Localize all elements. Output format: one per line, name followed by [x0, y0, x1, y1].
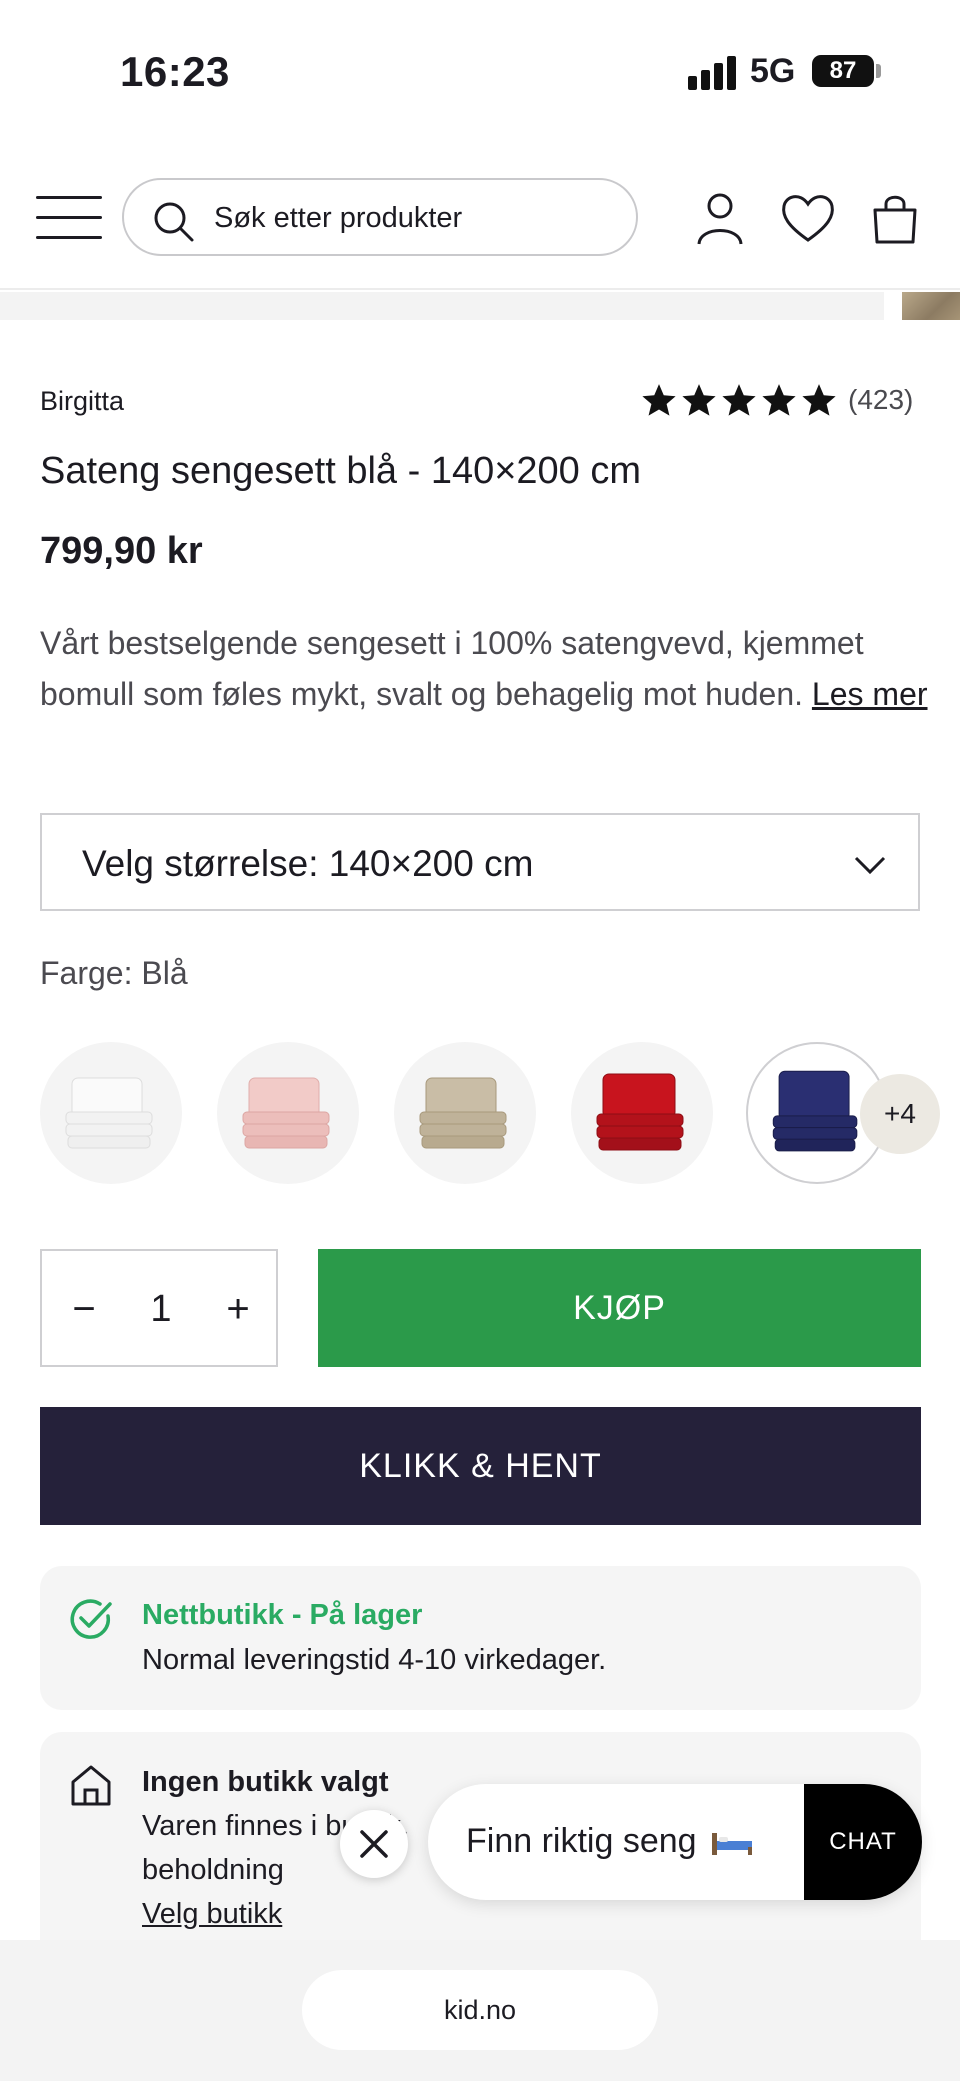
product-description: Vårt bestselgende sengesett i 100% saten…	[40, 618, 930, 720]
address-bar[interactable]: kid.no	[302, 1970, 658, 2050]
close-icon	[360, 1830, 388, 1858]
clock: 16:23	[120, 48, 230, 95]
product-brand[interactable]: Birgitta	[40, 386, 124, 417]
color-label-key: Farge:	[40, 955, 133, 991]
quantity-minus-button[interactable]: −	[64, 1281, 104, 1337]
search-placeholder: Søk etter produkter	[214, 202, 463, 234]
bedding-beige-image	[419, 1077, 507, 1149]
size-select[interactable]: Velg størrelse: 140×200 cm	[40, 813, 920, 911]
buy-button[interactable]: KJØP	[318, 1249, 921, 1367]
swatch-beige[interactable]	[394, 1042, 536, 1184]
swatch-white[interactable]	[40, 1042, 182, 1184]
delivery-time-text: Normal leveringstid 4-10 virkedager.	[142, 1644, 607, 1676]
star-icon	[802, 384, 836, 416]
site-header: Søk etter produkter	[0, 170, 960, 290]
quantity-plus-button[interactable]: +	[218, 1281, 258, 1337]
chat-button[interactable]: CHAT	[804, 1784, 922, 1900]
star-icon	[762, 384, 796, 416]
close-chat-prompt-button[interactable]	[340, 1810, 408, 1878]
chat-prompt-label: Finn riktig seng	[466, 1822, 697, 1860]
chat-prompt-text: Finn riktig seng	[466, 1822, 754, 1861]
bedding-pink-image	[242, 1077, 330, 1149]
color-label-value: Blå	[141, 955, 188, 991]
quantity-stepper: − 1 +	[40, 1249, 278, 1367]
star-icon	[642, 384, 676, 416]
swatch-red[interactable]	[571, 1042, 713, 1184]
bed-icon	[712, 1833, 752, 1856]
product-rating[interactable]: (423)	[640, 380, 913, 420]
swatch-pink[interactable]	[217, 1042, 359, 1184]
color-swatches	[40, 1042, 940, 1188]
menu-icon[interactable]	[36, 196, 102, 240]
wishlist-heart-icon[interactable]	[778, 188, 838, 248]
store-stock-text: beholdning	[142, 1854, 284, 1886]
store-home-icon	[71, 1765, 111, 1806]
chevron-down-icon	[854, 856, 886, 875]
cart-bag-icon[interactable]	[865, 188, 925, 248]
gallery-thumbnail[interactable]	[902, 292, 960, 320]
rating-count: (423)	[848, 384, 914, 415]
no-store-selected: Ingen butikk valgt	[142, 1766, 389, 1798]
chat-prompt[interactable]: Finn riktig seng CHAT	[428, 1784, 922, 1900]
network-type: 5G	[750, 52, 796, 90]
product-price: 799,90 kr	[40, 530, 203, 572]
online-stock-box: Nettbutikk - På lager Normal leveringsti…	[40, 1566, 921, 1710]
quantity-value[interactable]: 1	[122, 1281, 200, 1337]
battery-cap	[876, 64, 881, 78]
status-bar: 16:23 5G 87	[0, 0, 960, 140]
click-and-collect-button[interactable]: KLIKK & HENT	[40, 1407, 921, 1525]
online-stock-status: Nettbutikk - På lager	[142, 1599, 423, 1631]
product-title: Sateng sengesett blå - 140×200 cm	[40, 450, 642, 492]
image-gallery-strip[interactable]	[0, 292, 884, 320]
star-icon	[682, 384, 716, 416]
read-more-link[interactable]: Les mer	[812, 676, 928, 712]
search-input[interactable]: Søk etter produkter	[122, 178, 638, 256]
bedding-white-image	[65, 1077, 153, 1149]
bedding-red-image	[596, 1073, 684, 1151]
size-select-label: Velg størrelse: 140×200 cm	[82, 843, 534, 884]
description-text: Vårt bestselgende sengesett i 100% saten…	[40, 625, 864, 712]
account-icon[interactable]	[690, 188, 750, 248]
battery-icon: 87	[812, 55, 874, 87]
color-label: Farge: Blå	[40, 955, 188, 992]
search-icon	[154, 202, 194, 242]
more-colors-button[interactable]: +4	[860, 1074, 940, 1154]
choose-store-link[interactable]: Velg butikk	[142, 1898, 282, 1931]
star-icon	[722, 384, 756, 416]
signal-icon	[688, 56, 738, 90]
check-circle-icon	[70, 1599, 112, 1639]
